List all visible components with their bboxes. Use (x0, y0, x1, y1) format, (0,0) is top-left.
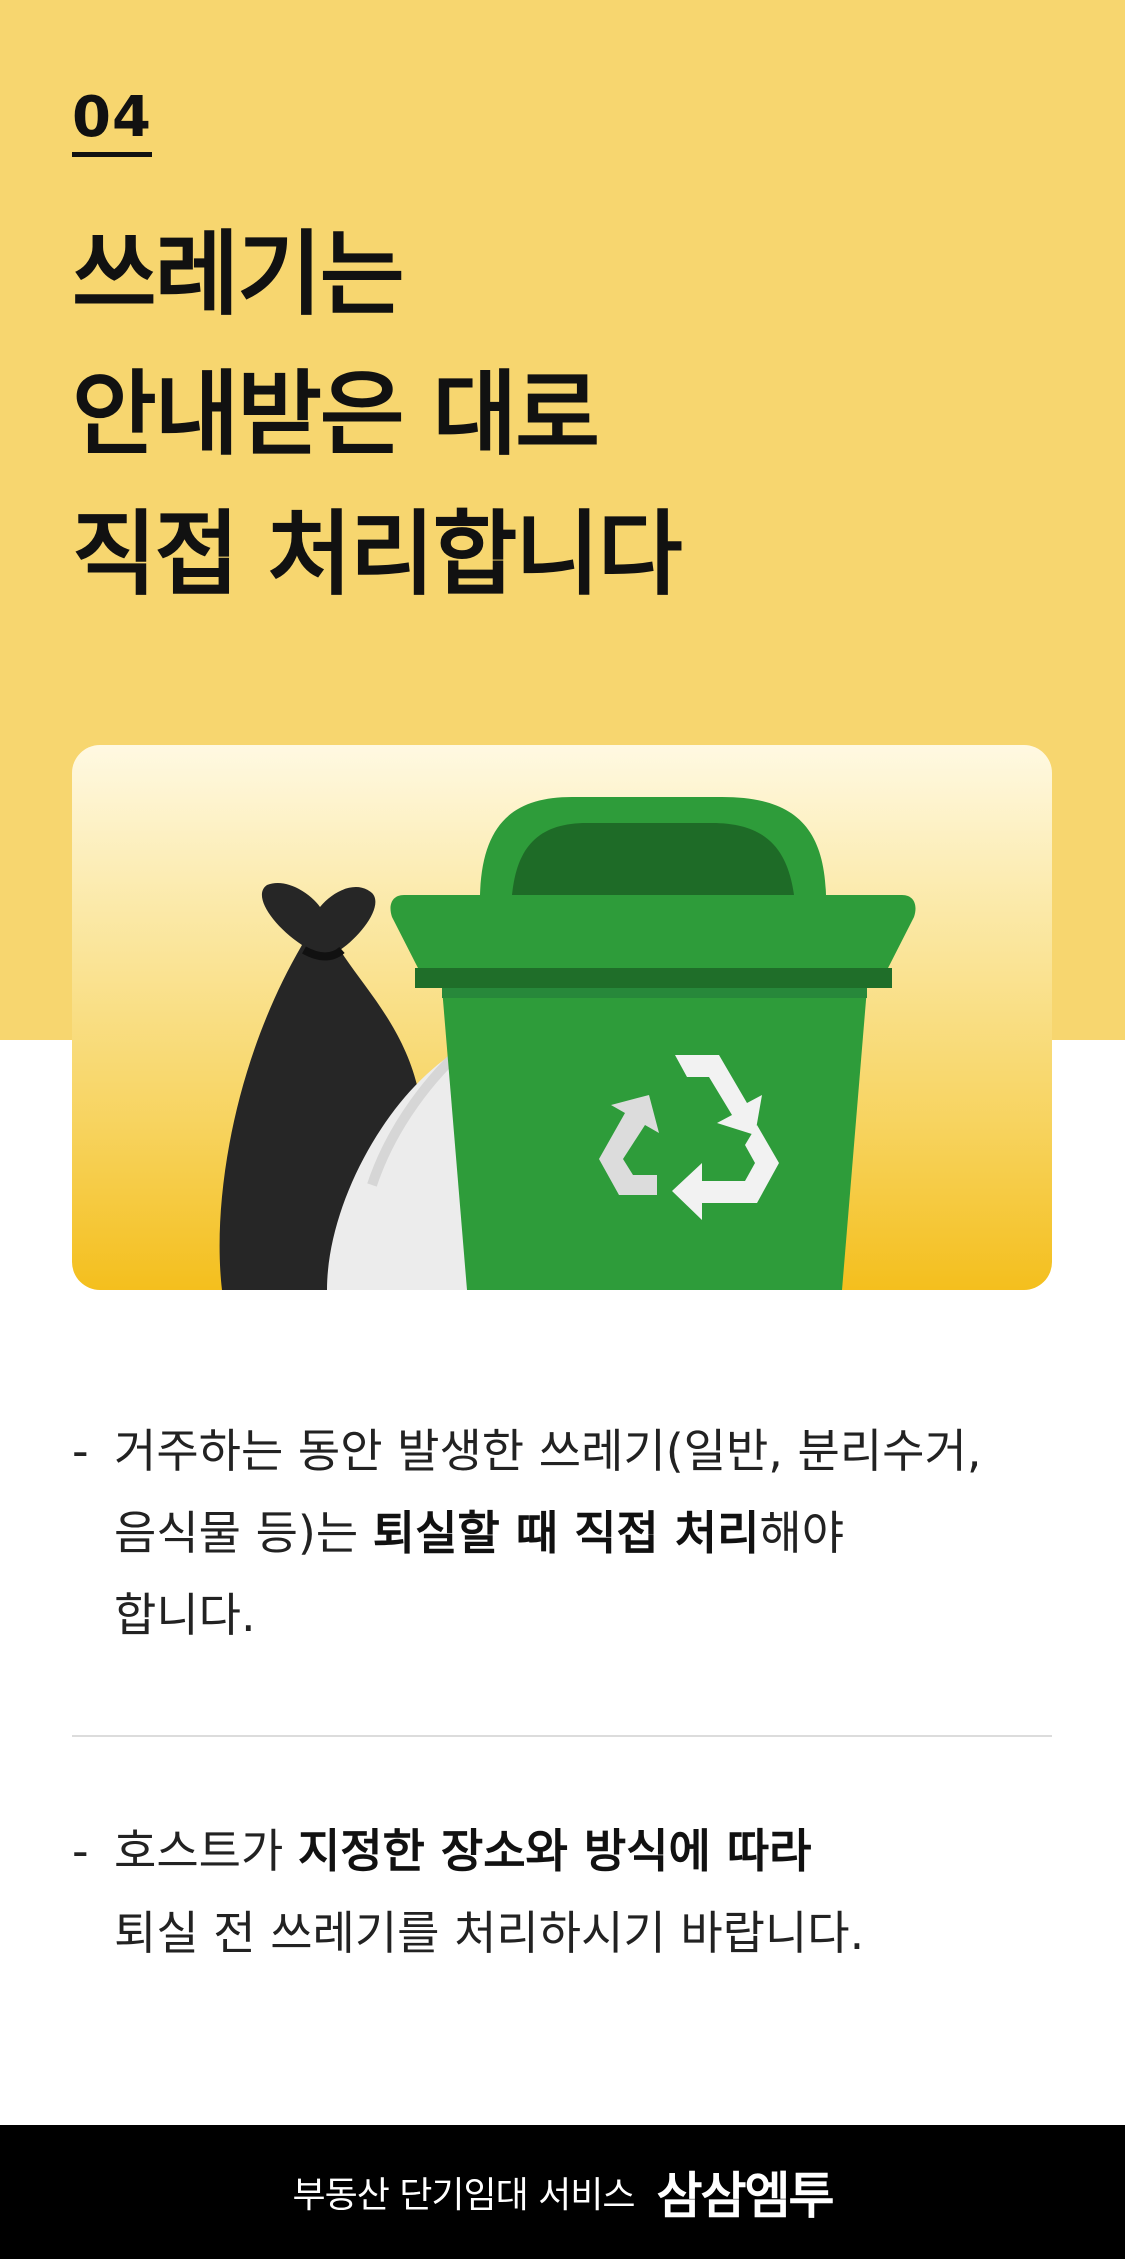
bullet-line-3: 합니다. (114, 1588, 256, 1642)
bullet-line-2: 퇴실 전 쓰레기를 처리하시기 바랍니다. (114, 1906, 865, 1960)
trash-illustration-svg (219, 797, 916, 1290)
title-line-2: 안내받은 대로 (72, 361, 600, 468)
bullet-line-1: 거주하는 동안 발생한 쓰레기(일반, 분리수거, (114, 1424, 982, 1478)
bullet-item-trash-disposal: - 거주하는 동안 발생한 쓰레기(일반, 분리수거, 음식물 등)는 퇴실할 … (72, 1410, 1062, 1656)
bullet-line-2-start: 음식물 등)는 (114, 1506, 373, 1560)
bullet-text: 거주하는 동안 발생한 쓰레기(일반, 분리수거, 음식물 등)는 퇴실할 때 … (72, 1410, 1062, 1656)
section-number: 04 (72, 90, 152, 157)
bullet-line-2-end: 해야 (759, 1506, 845, 1560)
footer-tagline: 부동산 단기임대 서비스 (292, 2175, 635, 2216)
footer-bar: 부동산 단기임대 서비스 삼삼엠투 (0, 2125, 1125, 2259)
bullet-emphasis: 지정한 장소와 방식에 따라 (297, 1824, 812, 1878)
page-title: 쓰레기는 안내받은 대로 직접 처리합니다 (72, 205, 1072, 625)
section-divider (72, 1735, 1052, 1737)
bullet-item-host-instructions: - 호스트가 지정한 장소와 방식에 따라 퇴실 전 쓰레기를 처리하시기 바랍… (72, 1810, 1062, 1974)
bullet-emphasis: 퇴실할 때 직접 처리 (372, 1506, 760, 1560)
bullet-text: 호스트가 지정한 장소와 방식에 따라 퇴실 전 쓰레기를 처리하시기 바랍니다… (72, 1810, 1062, 1974)
title-line-3: 직접 처리합니다 (72, 501, 683, 608)
brand-logo: 삼삼엠투 (656, 2167, 835, 2225)
bullet-line-1-start: 호스트가 (114, 1824, 298, 1878)
bullet-dash: - (72, 1824, 89, 1878)
recycle-bin-icon (390, 797, 916, 1290)
bullet-dash: - (72, 1424, 89, 1478)
title-line-1: 쓰레기는 (72, 221, 405, 328)
trash-illustration (72, 745, 1052, 1290)
